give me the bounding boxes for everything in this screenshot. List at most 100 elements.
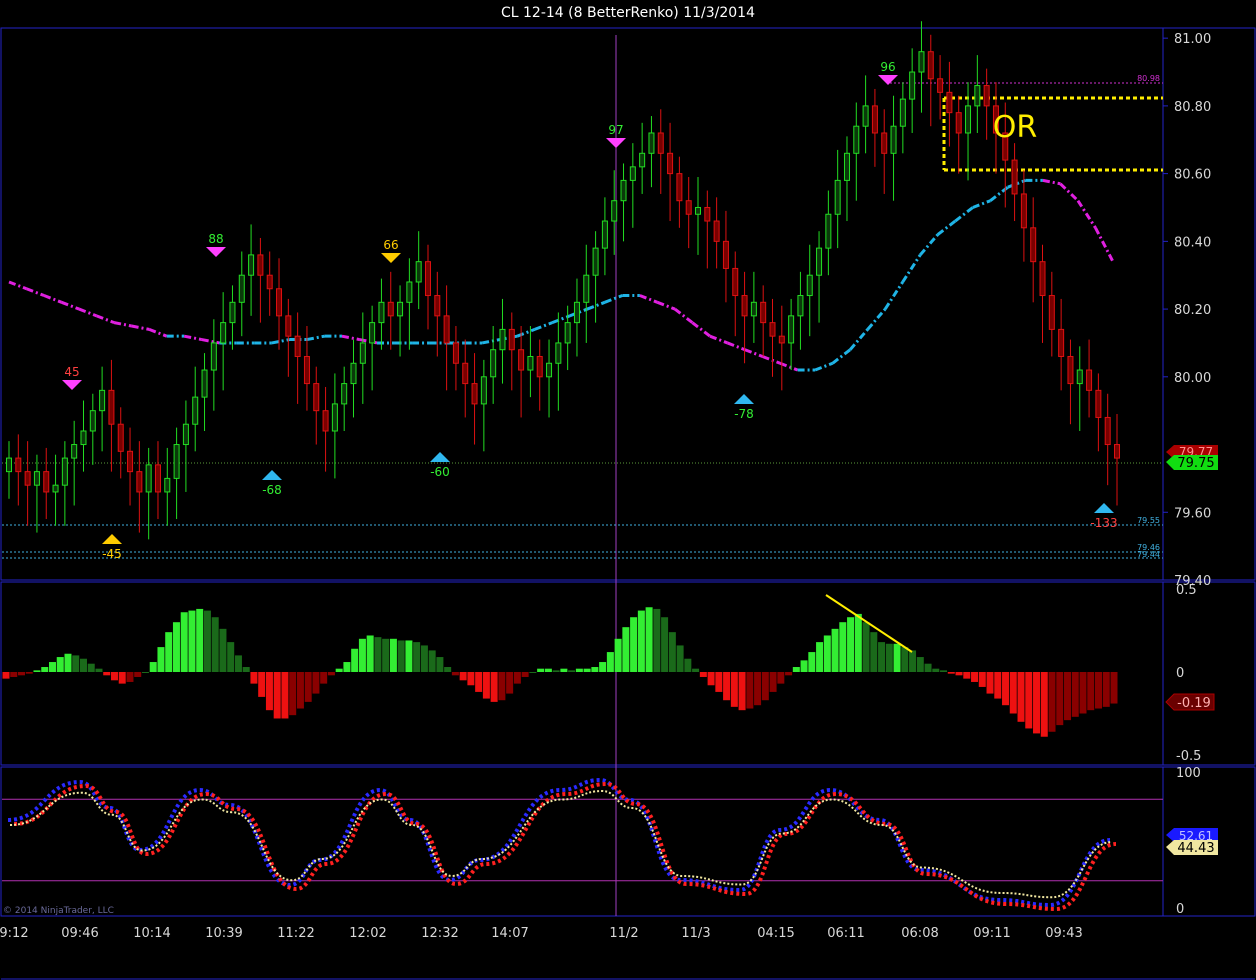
hist-bar-neg	[118, 672, 126, 684]
candle-bear	[881, 132, 888, 154]
hist-bar-neg	[482, 672, 490, 699]
chart-canvas[interactable]: OR 45 88 66 97 96 -45 -68 -60 -78 -133 80.98 79.55 79…	[0, 0, 1256, 980]
hist-tick-label: -0.5	[1176, 749, 1201, 764]
hist-bar-pos	[87, 663, 95, 672]
candle-bull	[415, 261, 422, 283]
swing-low-label: -45	[102, 547, 122, 561]
candle-bull	[555, 342, 562, 364]
oscillator-lines	[2, 777, 1163, 912]
hist-bar-neg	[1056, 672, 1064, 726]
hist-bar-pos	[606, 652, 614, 672]
candle-bear	[387, 301, 394, 317]
hist-bar-pos	[599, 662, 607, 672]
y-tick-label: 80.40	[1174, 235, 1211, 250]
hist-bar-pos	[800, 660, 808, 672]
swing-low-label: -78	[734, 407, 754, 421]
candle-bull	[192, 396, 199, 425]
hist-bar-neg	[475, 672, 483, 692]
candle-bull	[965, 105, 972, 134]
level-label: 79.44	[1137, 550, 1160, 559]
hist-bar-pos	[41, 667, 49, 672]
hist-bar-pos	[165, 632, 173, 672]
hist-bar-neg	[1025, 672, 1033, 729]
candle-bull	[816, 247, 823, 276]
hist-bar-neg	[994, 672, 1002, 699]
hist-bar-neg	[1048, 672, 1056, 732]
x-tick-label: 04:15	[757, 926, 794, 941]
hist-bar-neg	[258, 672, 266, 697]
candle-bull	[6, 457, 12, 473]
hist-bar-pos	[420, 645, 428, 672]
swing-high-label: 96	[880, 60, 895, 74]
hist-bar-neg	[312, 672, 320, 694]
candle-bull	[499, 328, 506, 351]
hist-bar-neg	[1102, 672, 1110, 707]
ema-segment	[761, 355, 781, 365]
hist-bar-pos	[56, 657, 64, 672]
candle-bull	[350, 362, 357, 385]
x-tick-label: 09:11	[973, 926, 1010, 941]
y-tick-label: 81.00	[1174, 32, 1211, 47]
hist-bar-pos	[575, 668, 583, 672]
swing-low-label: -68	[262, 483, 282, 497]
swing-low-marker	[262, 470, 282, 480]
hist-bar-neg	[1110, 672, 1118, 704]
candle-bear	[294, 335, 301, 357]
hist-bar-neg	[327, 672, 335, 676]
candle-bull	[341, 383, 348, 405]
hist-bar-neg	[498, 672, 506, 701]
swing-low-marker	[734, 394, 754, 404]
hist-bar-neg	[769, 672, 777, 692]
candle-bear	[1030, 227, 1037, 263]
candle-bull	[201, 369, 208, 398]
ema-segment	[131, 324, 150, 331]
hist-bar-neg	[273, 672, 281, 719]
level-label: 79.55	[1137, 516, 1160, 525]
candle-bull	[220, 322, 227, 344]
candle-bear	[769, 322, 776, 337]
hist-bar-neg	[730, 672, 738, 707]
or-label: OR	[993, 110, 1037, 145]
candle-bear	[667, 152, 674, 175]
candle-bull	[583, 274, 590, 303]
candle-bear	[676, 173, 683, 202]
hist-bar-neg	[785, 672, 793, 676]
candle-bear	[657, 132, 664, 154]
hist-bar-neg	[134, 672, 142, 677]
hist-bar-neg	[1040, 672, 1048, 737]
osc-fast-down-line	[13, 781, 1117, 912]
hist-bar-neg	[1079, 672, 1087, 714]
candle-bear	[257, 254, 264, 276]
hist-bar-neg	[986, 672, 994, 694]
candle-bull	[564, 322, 571, 344]
ema-segment	[779, 361, 799, 372]
swing-high-label: 45	[64, 365, 79, 379]
swing-low-label: -133	[1090, 516, 1117, 530]
hist-bar-neg	[2, 672, 10, 679]
hist-bar-neg	[761, 672, 769, 701]
ema-segment	[1076, 199, 1097, 229]
hist-bar-neg	[699, 672, 707, 677]
candle-bear	[1011, 159, 1018, 195]
x-tick-label: 11/2	[609, 926, 638, 941]
hist-bar-pos	[95, 668, 103, 672]
candle-bull	[359, 342, 366, 364]
candle-bear	[285, 315, 292, 337]
hist-bar-pos	[692, 668, 700, 672]
hist-bar-neg	[521, 672, 529, 677]
hist-bar-neg	[281, 672, 289, 719]
candle-bull	[52, 484, 59, 493]
hist-bar-neg	[103, 672, 111, 676]
candle-bear	[462, 362, 469, 385]
hist-bar-pos	[808, 652, 816, 672]
hist-bar-pos	[405, 640, 413, 672]
hist-bar-pos	[823, 635, 831, 672]
ema-segment	[849, 328, 869, 351]
swing-high-label: 88	[208, 232, 223, 246]
candle-bear	[434, 295, 441, 317]
candle-bear	[471, 383, 478, 405]
hist-bar-pos	[839, 622, 847, 672]
hist-bar-pos	[219, 628, 227, 672]
candle-bull	[527, 355, 534, 371]
hist-bar-pos	[792, 667, 800, 672]
